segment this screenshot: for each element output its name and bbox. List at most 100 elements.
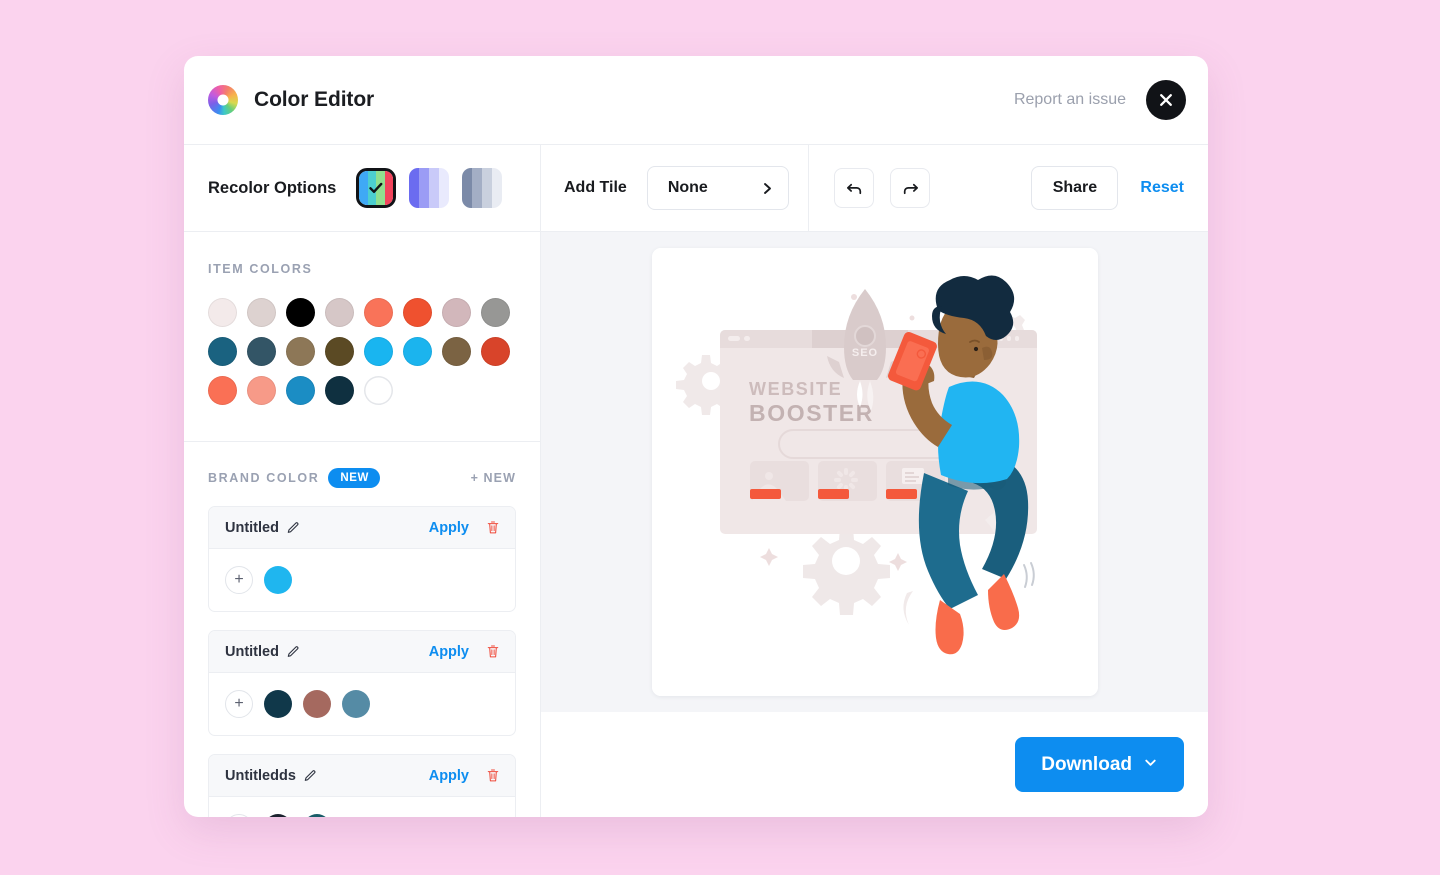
item-colors-section: ITEM COLORS [184, 232, 540, 442]
close-icon [1160, 94, 1172, 106]
add-brand-swatch-button[interactable]: + [225, 814, 253, 817]
brand-color-swatch[interactable] [303, 690, 331, 718]
recolor-option-list [356, 168, 503, 208]
header-actions: Report an issue [1014, 80, 1186, 120]
chevron-down-icon [1143, 754, 1158, 776]
item-color-swatch[interactable] [442, 337, 471, 366]
item-color-swatch[interactable] [286, 337, 315, 366]
brand-palette-swatches: + [209, 797, 515, 817]
item-colors-title: ITEM COLORS [208, 262, 313, 276]
item-color-swatch[interactable] [325, 298, 354, 327]
page-title: Color Editor [254, 88, 375, 111]
item-color-swatch[interactable] [208, 376, 237, 405]
trash-icon[interactable] [486, 644, 500, 659]
recolor-option-slate-gradient[interactable] [462, 168, 503, 208]
item-color-swatch[interactable] [208, 298, 237, 327]
recolor-option-rainbow[interactable] [356, 168, 397, 208]
brand-palette-name: Untitled [225, 643, 279, 660]
item-color-swatch[interactable] [364, 376, 393, 405]
brand-color-swatch[interactable] [264, 690, 292, 718]
add-tile-value: None [667, 179, 708, 196]
website-booster-illustration: WEBSITE BOOSTER SEO [651, 248, 1098, 696]
reset-button[interactable]: Reset [1140, 179, 1184, 197]
item-colors-grid [208, 298, 516, 415]
item-color-swatch[interactable] [247, 337, 276, 366]
brand-palette-header: Untitled Apply [209, 631, 515, 673]
toolbar: Recolor Options Add Tile None Share Rese… [184, 145, 1208, 232]
brand-color-swatch[interactable] [342, 690, 370, 718]
color-wheel-icon [208, 85, 238, 115]
brand-palette-name: Untitled [225, 519, 279, 536]
brand-palette-card: Untitled Apply + [208, 506, 516, 612]
download-label: Download [1041, 753, 1132, 775]
brand-color-header: BRAND COLOR NEW + NEW [208, 468, 516, 488]
add-brand-swatch-button[interactable]: + [225, 566, 253, 594]
brand-palette-header: Untitled Apply [209, 507, 515, 549]
brand-color-swatch[interactable] [264, 566, 292, 594]
brand-palette-header: Untitledds Apply [209, 755, 515, 797]
brand-palette-swatches: + [209, 673, 515, 735]
left-sidebar: ITEM COLORS BRAND COLOR NEW + NEW Untitl… [184, 232, 541, 817]
chevron-right-icon [761, 182, 774, 195]
download-button[interactable]: Download [1015, 737, 1184, 792]
item-color-swatch[interactable] [247, 376, 276, 405]
brand-palette-card: Untitledds Apply + [208, 754, 516, 817]
redo-arrow-icon [903, 183, 918, 194]
brand-color-new-badge: NEW [328, 468, 380, 488]
apply-button[interactable]: Apply [429, 644, 469, 660]
item-color-swatch[interactable] [403, 337, 432, 366]
apply-button[interactable]: Apply [429, 768, 469, 784]
item-color-swatch[interactable] [364, 337, 393, 366]
undo-button[interactable] [834, 168, 874, 208]
svg-text:BOOSTER: BOOSTER [749, 400, 874, 426]
add-tile-select[interactable]: None [646, 166, 789, 210]
undo-arrow-icon [846, 183, 861, 194]
item-color-swatch[interactable] [481, 298, 510, 327]
pencil-icon[interactable] [286, 521, 300, 535]
right-panel: WEBSITE BOOSTER SEO Download [541, 232, 1208, 817]
modal-header: Color Editor Report an issue [184, 56, 1208, 145]
pencil-icon[interactable] [286, 645, 300, 659]
recolor-option-blue-gradient[interactable] [409, 168, 450, 208]
apply-button[interactable]: Apply [429, 520, 469, 536]
brand-color-title: BRAND COLOR [208, 471, 320, 485]
brand-color-swatch[interactable] [264, 814, 292, 817]
brand-palette-swatches: + [209, 549, 515, 611]
item-color-swatch[interactable] [364, 298, 393, 327]
redo-button[interactable] [890, 168, 930, 208]
trash-icon[interactable] [486, 520, 500, 535]
checkmark-icon [359, 171, 393, 205]
artwork-canvas: WEBSITE BOOSTER SEO [541, 232, 1208, 712]
item-color-swatch[interactable] [286, 376, 315, 405]
add-tile-section: Add Tile None [541, 145, 809, 231]
svg-text:WEBSITE: WEBSITE [749, 379, 842, 399]
item-color-swatch[interactable] [442, 298, 471, 327]
brand-palette-name: Untitledds [225, 767, 296, 784]
brand-palette-card: Untitled Apply + [208, 630, 516, 736]
toolbar-actions-section: Share Reset [809, 145, 1208, 231]
item-color-swatch[interactable] [247, 298, 276, 327]
brand-color-swatch[interactable] [303, 814, 331, 817]
share-button[interactable]: Share [1031, 166, 1119, 210]
modal-footer: Download [541, 712, 1208, 817]
trash-icon[interactable] [486, 768, 500, 783]
close-button[interactable] [1146, 80, 1186, 120]
item-color-swatch[interactable] [403, 298, 432, 327]
modal-body: ITEM COLORS BRAND COLOR NEW + NEW Untitl… [184, 232, 1208, 817]
report-an-issue-link[interactable]: Report an issue [1014, 91, 1126, 109]
add-brand-swatch-button[interactable]: + [225, 690, 253, 718]
item-color-swatch[interactable] [481, 337, 510, 366]
pencil-icon[interactable] [303, 769, 317, 783]
item-color-swatch[interactable] [208, 337, 237, 366]
color-editor-modal: Color Editor Report an issue Recolor Opt… [184, 56, 1208, 817]
recolor-options-label: Recolor Options [208, 178, 337, 197]
item-color-swatch[interactable] [325, 376, 354, 405]
add-tile-label: Add Tile [564, 179, 627, 196]
item-color-swatch[interactable] [286, 298, 315, 327]
item-color-swatch[interactable] [325, 337, 354, 366]
recolor-options-section: Recolor Options [184, 145, 541, 231]
brand-color-section: BRAND COLOR NEW + NEW Untitled Apply + U… [184, 442, 540, 817]
add-new-brand-color-button[interactable]: + NEW [471, 471, 516, 485]
artwork-card[interactable]: WEBSITE BOOSTER SEO [651, 248, 1098, 696]
svg-text:SEO: SEO [851, 347, 877, 359]
